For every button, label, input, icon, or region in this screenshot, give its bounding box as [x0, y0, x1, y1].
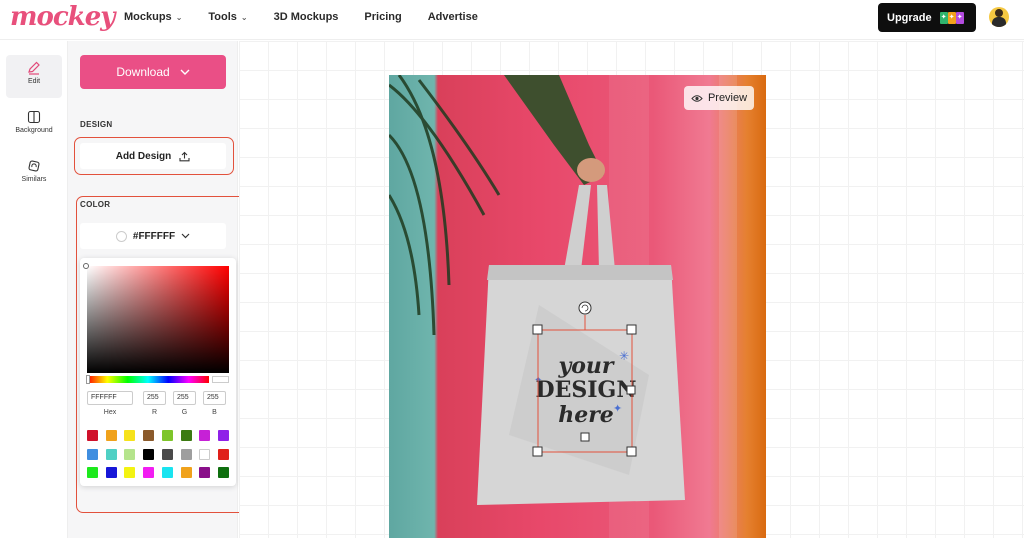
upgrade-label: Upgrade [887, 11, 932, 24]
highlight-outline-design [74, 137, 234, 175]
rail-item-edit[interactable]: Edit [6, 55, 62, 98]
hex-input[interactable]: FFFFFF [87, 391, 133, 405]
hex-label: Hex [103, 409, 117, 416]
similars-icon [28, 160, 40, 172]
upgrade-badges: ✦ ✦ ✦ [939, 11, 964, 24]
rail-item-background-label: Background [15, 127, 53, 134]
sparkle-icon: ✦ [939, 11, 948, 24]
hue-slider[interactable] [87, 376, 209, 383]
g-input[interactable]: 255 [173, 391, 196, 405]
b-label: B [212, 409, 217, 416]
resize-handle-right[interactable] [626, 385, 636, 395]
palette-swatch[interactable] [105, 448, 117, 460]
palette-swatch[interactable] [143, 448, 155, 460]
chevron-down-icon: ⌄ [175, 12, 183, 22]
palette-swatch[interactable] [217, 448, 229, 460]
chevron-down-icon [180, 69, 190, 75]
mockup-image: your DESIGN here ✳ ✦ ✦ [389, 75, 766, 538]
palette-swatch[interactable] [87, 448, 98, 460]
rail-item-background[interactable]: Background [6, 104, 62, 147]
rail-item-similars[interactable]: Similars [6, 153, 62, 196]
upgrade-button[interactable]: Upgrade ✦ ✦ ✦ [878, 3, 976, 32]
resize-handle-tr[interactable] [626, 324, 637, 335]
eye-icon [691, 94, 703, 102]
avatar[interactable] [989, 7, 1009, 27]
pencil-icon [28, 61, 40, 75]
palette-swatch[interactable] [124, 448, 136, 460]
palette-swatch[interactable] [217, 430, 229, 441]
nav-3d-mockups[interactable]: 3D Mockups [274, 11, 339, 23]
palette-swatch[interactable] [217, 467, 229, 478]
palette-swatch[interactable] [124, 430, 136, 441]
tool-rail: Edit Background Similars [0, 41, 68, 538]
palette-swatch[interactable] [87, 467, 98, 478]
tote-bag-scene: your DESIGN here ✳ ✦ ✦ [389, 75, 737, 538]
resize-handle-tl[interactable] [532, 324, 543, 335]
alpha-slider[interactable] [212, 376, 229, 383]
background-icon [27, 110, 41, 124]
rail-item-edit-label: Edit [27, 78, 41, 85]
g-label: G [181, 409, 188, 416]
saturation-handle[interactable] [83, 263, 89, 269]
saturation-area[interactable] [87, 266, 229, 373]
sparkle-icon: ✦ [955, 11, 964, 24]
color-picker: FFFFFF 255 255 255 Hex R G B [80, 258, 236, 486]
download-button[interactable]: Download [80, 55, 226, 89]
palette-swatch[interactable] [105, 430, 117, 441]
nav-tools-label: Tools [208, 11, 237, 23]
palette-swatch[interactable] [105, 467, 117, 478]
nav-advertise-label: Advertise [427, 11, 478, 23]
palette-swatch[interactable] [199, 467, 211, 478]
preview-button[interactable]: Preview [684, 86, 754, 110]
design-text-line3: here [558, 402, 614, 428]
design-section-title: DESIGN [80, 120, 113, 129]
main-nav: Mockups ⌄ Tools ⌄ 3D Mockups Pricing Adv… [124, 11, 504, 23]
top-header: mockey Mockups ⌄ Tools ⌄ 3D Mockups Pric… [0, 0, 1024, 40]
download-label: Download [116, 65, 170, 79]
rail-item-similars-label: Similars [21, 176, 47, 183]
palette-swatch[interactable] [161, 430, 173, 441]
palette-swatch[interactable] [87, 430, 98, 441]
r-input[interactable]: 255 [143, 391, 166, 405]
chevron-down-icon: ⌄ [240, 12, 248, 22]
resize-handle-bl[interactable] [532, 446, 543, 457]
sparkle-icon: ✳ [619, 349, 629, 363]
preview-label: Preview [707, 92, 748, 104]
b-input[interactable]: 255 [203, 391, 226, 405]
palette-swatch[interactable] [161, 467, 173, 478]
sparkle-icon: ✦ [613, 403, 622, 415]
design-text-line2: DESIGN [536, 377, 637, 403]
resize-handle-bottom[interactable] [580, 432, 590, 442]
nav-tools[interactable]: Tools ⌄ [208, 11, 247, 23]
sparkle-icon: ✦ [947, 11, 956, 24]
r-label: R [151, 409, 158, 416]
palette-swatch[interactable] [143, 467, 155, 478]
palette-swatch[interactable] [124, 467, 136, 478]
palette-swatch[interactable] [199, 448, 211, 460]
palette-swatch[interactable] [199, 430, 211, 441]
nav-pricing[interactable]: Pricing [364, 11, 401, 23]
palette-swatch[interactable] [143, 430, 155, 441]
nav-mockups[interactable]: Mockups ⌄ [124, 11, 182, 23]
palette-swatch[interactable] [180, 467, 192, 478]
nav-pricing-label: Pricing [364, 11, 402, 23]
mockey-logo[interactable]: mockey [10, 2, 115, 32]
rotate-handle-icon[interactable] [578, 301, 592, 315]
palette-swatch[interactable] [180, 448, 192, 460]
palette-swatch[interactable] [180, 430, 192, 441]
design-text-line1: your [557, 353, 614, 379]
palette-swatch[interactable] [161, 448, 173, 460]
nav-advertise[interactable]: Advertise [428, 11, 478, 23]
hue-handle[interactable] [86, 375, 90, 384]
resize-handle-br[interactable] [626, 446, 637, 457]
nav-mockups-label: Mockups [124, 11, 172, 23]
nav-3d-mockups-label: 3D Mockups [273, 11, 339, 23]
